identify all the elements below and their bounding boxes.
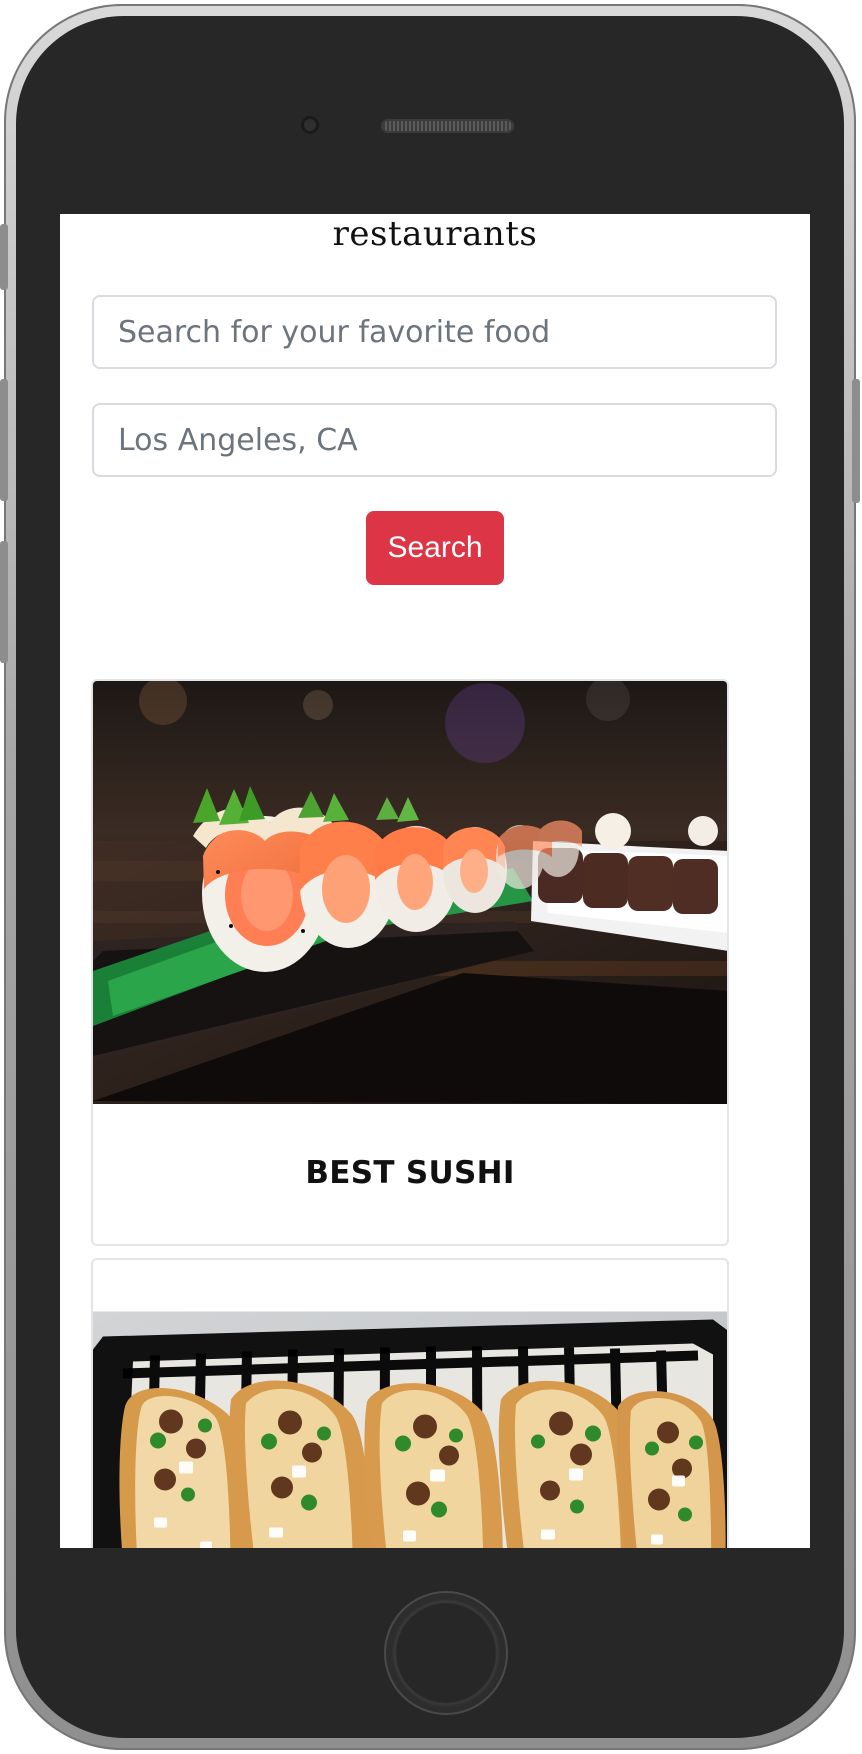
sushi-image[interactable] bbox=[93, 681, 729, 1104]
food-search-input[interactable] bbox=[92, 295, 777, 369]
app-screen: restaurants Search for your favorite foo… bbox=[60, 214, 810, 1548]
restaurant-card[interactable]: BEST SUSHI bbox=[91, 679, 729, 1246]
restaurant-card[interactable] bbox=[91, 1258, 729, 1548]
location-input[interactable] bbox=[92, 403, 777, 477]
speaker-grille bbox=[381, 119, 514, 133]
phone-frame: restaurants Search for your favorite foo… bbox=[0, 4, 860, 1750]
volume-up-button bbox=[0, 379, 8, 501]
camera-icon bbox=[301, 116, 319, 134]
mute-switch bbox=[0, 224, 8, 290]
power-button bbox=[852, 379, 860, 503]
card-title: BEST SUSHI bbox=[305, 1155, 515, 1191]
tacos-image[interactable] bbox=[93, 1260, 729, 1548]
app-title: restaurants bbox=[332, 214, 538, 254]
volume-down-button bbox=[0, 541, 8, 663]
home-button[interactable] bbox=[384, 1591, 508, 1715]
search-button[interactable]: Search bbox=[366, 511, 504, 585]
